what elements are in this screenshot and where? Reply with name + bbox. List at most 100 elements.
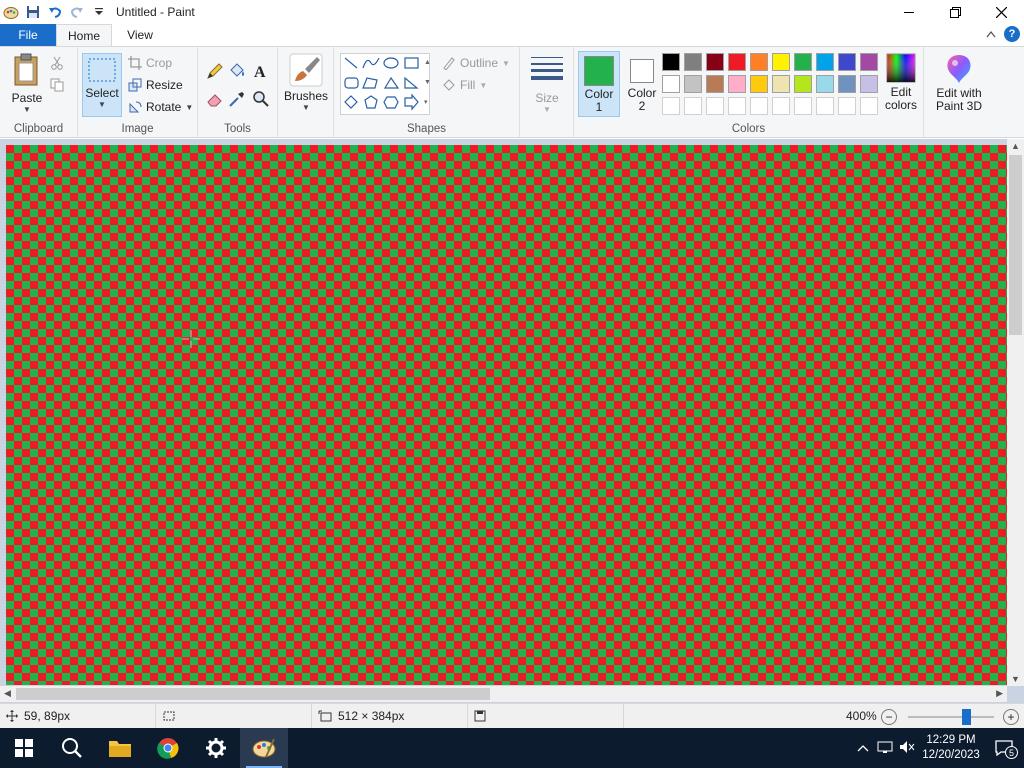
- palette-swatch[interactable]: [662, 97, 680, 115]
- select-button[interactable]: Select ▼: [82, 53, 122, 117]
- save-icon[interactable]: [22, 1, 44, 23]
- chrome-button[interactable]: [144, 728, 192, 768]
- palette-swatch[interactable]: [772, 53, 790, 71]
- palette-swatch[interactable]: [684, 75, 702, 93]
- shapes-scroll[interactable]: ▲ ▼ ▾: [424, 53, 434, 115]
- paint-app-icon[interactable]: [0, 1, 22, 23]
- palette-swatch[interactable]: [728, 53, 746, 71]
- palette-swatch[interactable]: [662, 53, 680, 71]
- curve-shape-icon: [362, 57, 380, 69]
- undo-icon[interactable]: [44, 1, 66, 23]
- polygon-shape-icon: [362, 77, 378, 89]
- settings-button[interactable]: [192, 728, 240, 768]
- zoom-level: 400%: [846, 709, 877, 723]
- magnifier-tool[interactable]: [252, 89, 270, 109]
- outline-button[interactable]: Outline ▼: [442, 53, 510, 73]
- edit-with-paint3d-button[interactable]: Edit with Paint 3D: [930, 53, 988, 113]
- vertical-scrollbar[interactable]: ▲ ▼: [1007, 139, 1024, 686]
- palette-swatch[interactable]: [750, 75, 768, 93]
- brushes-button[interactable]: Brushes ▼: [284, 53, 328, 112]
- drawing-canvas[interactable]: [6, 145, 1008, 685]
- palette-swatch[interactable]: [772, 97, 790, 115]
- palette-swatch[interactable]: [816, 97, 834, 115]
- file-size: [468, 704, 624, 728]
- fill-button[interactable]: Fill ▼: [442, 75, 487, 95]
- zoom-slider-thumb[interactable]: [961, 709, 971, 725]
- palette-swatch[interactable]: [706, 97, 724, 115]
- line-size-icon: [531, 57, 563, 80]
- palette-swatch[interactable]: [684, 97, 702, 115]
- palette-swatch[interactable]: [772, 75, 790, 93]
- help-icon[interactable]: ?: [1004, 26, 1020, 42]
- zoom-in-button[interactable]: +: [1003, 709, 1019, 725]
- fill-tool[interactable]: [228, 61, 246, 81]
- copy-button[interactable]: [50, 75, 64, 95]
- paint3d-icon: [947, 55, 971, 83]
- palette-swatch[interactable]: [816, 75, 834, 93]
- scroll-up-icon[interactable]: ▲: [1011, 141, 1020, 151]
- close-button[interactable]: [978, 0, 1024, 24]
- horizontal-scroll-thumb[interactable]: [16, 688, 490, 700]
- scroll-down-icon[interactable]: ▼: [1011, 674, 1020, 684]
- file-explorer-button[interactable]: [96, 728, 144, 768]
- redo-icon[interactable]: [66, 1, 88, 23]
- palette-swatch[interactable]: [706, 53, 724, 71]
- paste-button[interactable]: Paste ▼: [8, 53, 46, 114]
- palette-swatch[interactable]: [816, 53, 834, 71]
- palette-swatch[interactable]: [684, 53, 702, 71]
- palette-swatch[interactable]: [750, 53, 768, 71]
- scroll-right-icon[interactable]: ▶: [996, 688, 1003, 699]
- color1-button[interactable]: Color 1: [578, 51, 620, 117]
- resize-button[interactable]: Resize: [128, 75, 183, 95]
- tab-home[interactable]: Home: [56, 24, 112, 46]
- start-button[interactable]: [0, 728, 48, 768]
- clock[interactable]: 12:29 PM 12/20/2023: [918, 733, 984, 763]
- show-hidden-icons-icon[interactable]: [852, 741, 874, 755]
- paint-taskbar-button[interactable]: [240, 728, 288, 768]
- rotate-button[interactable]: Rotate ▼: [128, 97, 193, 117]
- palette-swatch[interactable]: [794, 97, 812, 115]
- crop-button[interactable]: Crop: [128, 53, 172, 73]
- size-group: Size ▼: [520, 47, 574, 137]
- collapse-ribbon-icon[interactable]: [986, 27, 996, 41]
- palette-swatch[interactable]: [750, 97, 768, 115]
- zoom-slider[interactable]: [908, 709, 994, 725]
- pencil-tool[interactable]: [206, 61, 224, 81]
- palette-swatch[interactable]: [728, 75, 746, 93]
- palette-swatch[interactable]: [662, 75, 680, 93]
- crosshair-cursor-icon: [182, 330, 200, 351]
- search-button[interactable]: [48, 728, 96, 768]
- chrome-icon: [157, 738, 179, 759]
- chevron-down-icon: ▼: [479, 80, 488, 90]
- palette-swatch[interactable]: [860, 53, 878, 71]
- palette-swatch[interactable]: [794, 75, 812, 93]
- tab-view[interactable]: View: [112, 24, 168, 46]
- color-picker-tool[interactable]: [228, 89, 246, 109]
- network-icon[interactable]: [874, 740, 896, 757]
- size-button[interactable]: Size ▼: [528, 55, 566, 114]
- edit-colors-button[interactable]: Edit colors: [880, 53, 922, 112]
- palette-swatch[interactable]: [728, 97, 746, 115]
- customize-toolbar-icon[interactable]: [88, 1, 110, 23]
- scroll-left-icon[interactable]: ◀: [4, 688, 11, 699]
- palette-swatch[interactable]: [860, 75, 878, 93]
- cut-button[interactable]: [50, 53, 64, 73]
- palette-swatch[interactable]: [860, 97, 878, 115]
- palette-swatch[interactable]: [838, 53, 856, 71]
- palette-swatch[interactable]: [794, 53, 812, 71]
- palette-swatch[interactable]: [706, 75, 724, 93]
- tab-file[interactable]: File: [0, 24, 56, 46]
- palette-swatch[interactable]: [838, 97, 856, 115]
- volume-muted-icon[interactable]: [896, 740, 918, 757]
- vertical-scroll-thumb[interactable]: [1009, 155, 1022, 335]
- horizontal-scrollbar[interactable]: ◀ ▶: [0, 686, 1007, 702]
- text-tool[interactable]: A: [252, 61, 270, 81]
- shapes-gallery[interactable]: [340, 53, 430, 115]
- maximize-button[interactable]: [932, 0, 978, 24]
- zoom-out-button[interactable]: −: [881, 709, 897, 725]
- palette-swatch[interactable]: [838, 75, 856, 93]
- minimize-button[interactable]: [886, 0, 932, 24]
- notifications-button[interactable]: 5: [984, 740, 1024, 759]
- color2-button[interactable]: Color 2: [622, 51, 662, 117]
- eraser-tool[interactable]: [206, 89, 224, 109]
